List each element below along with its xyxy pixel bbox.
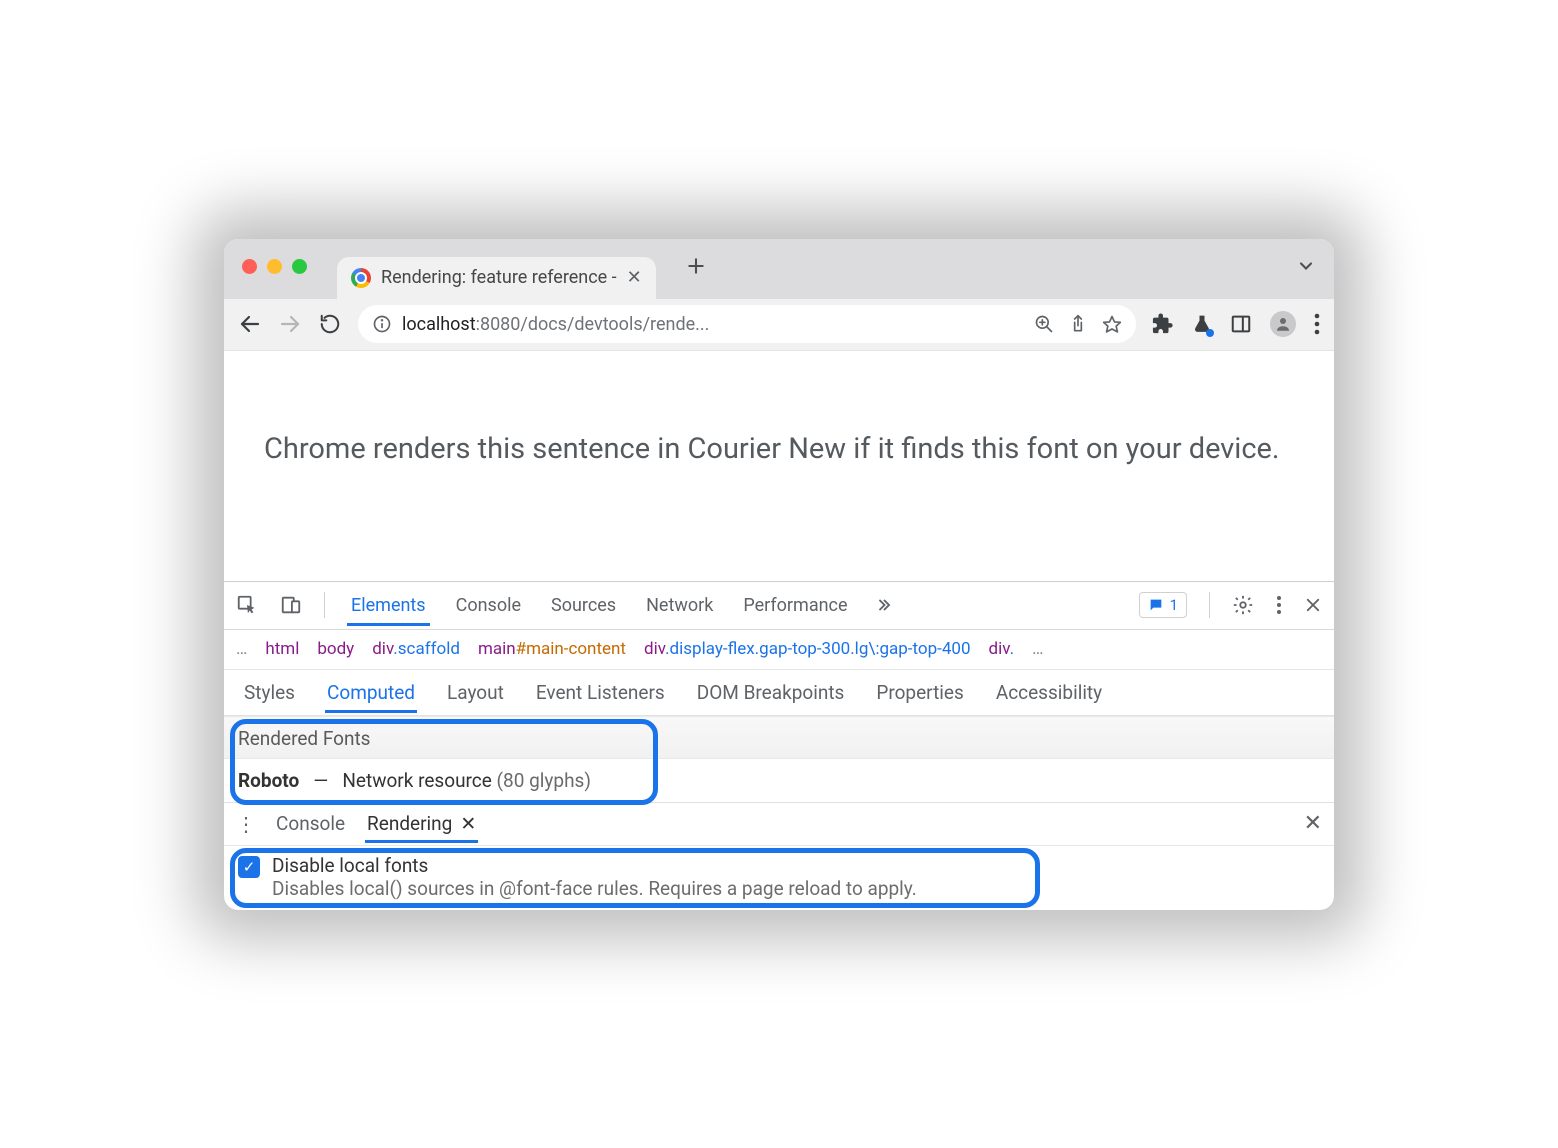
breadcrumb-item[interactable]: div.display-flex.gap-top-300.lg\:gap-top… bbox=[644, 639, 971, 659]
breadcrumb-item[interactable]: div.scaffold bbox=[372, 639, 460, 659]
breadcrumb-item[interactable]: main#main-content bbox=[478, 639, 626, 659]
tab-sources[interactable]: Sources bbox=[547, 585, 620, 626]
rendered-font-row: Roboto — Network resource (80 glyphs) bbox=[224, 759, 1334, 802]
font-glyphs: (80 glyphs) bbox=[497, 769, 591, 792]
subtab-layout[interactable]: Layout bbox=[445, 672, 506, 713]
disable-local-fonts-checkbox[interactable]: ✓ bbox=[238, 856, 260, 878]
traffic-lights bbox=[242, 259, 307, 274]
breadcrumb-item[interactable]: body bbox=[317, 639, 354, 659]
page-sentence: Chrome renders this sentence in Courier … bbox=[264, 421, 1294, 478]
option-title: Disable local fonts bbox=[272, 854, 1320, 877]
subtab-dom-breakpoints[interactable]: DOM Breakpoints bbox=[695, 672, 847, 713]
subtab-properties[interactable]: Properties bbox=[874, 672, 965, 713]
subtab-accessibility[interactable]: Accessibility bbox=[994, 672, 1104, 713]
drawer-tab-rendering[interactable]: Rendering ✕ bbox=[365, 804, 478, 843]
breadcrumb-item[interactable]: div. bbox=[989, 639, 1015, 659]
close-tab-icon[interactable]: ✕ bbox=[627, 267, 642, 288]
drawer-tab-rendering-label: Rendering bbox=[367, 812, 452, 835]
tab-network[interactable]: Network bbox=[642, 585, 717, 626]
close-devtools-icon[interactable] bbox=[1304, 596, 1322, 614]
tab-console[interactable]: Console bbox=[452, 585, 525, 626]
bookmark-star-icon[interactable] bbox=[1102, 314, 1122, 334]
minimize-window-button[interactable] bbox=[267, 259, 282, 274]
font-source: Network resource bbox=[342, 769, 491, 792]
breadcrumb-more-left-icon[interactable]: … bbox=[236, 639, 247, 659]
font-name: Roboto bbox=[238, 769, 299, 792]
subtab-computed[interactable]: Computed bbox=[325, 672, 417, 713]
devtools-menu-icon[interactable] bbox=[1276, 595, 1282, 615]
tab-performance[interactable]: Performance bbox=[739, 585, 851, 626]
issues-count: 1 bbox=[1170, 596, 1178, 614]
inspect-element-icon[interactable] bbox=[236, 594, 258, 616]
close-drawer-icon[interactable]: ✕ bbox=[1304, 811, 1322, 836]
forward-button[interactable] bbox=[278, 312, 302, 336]
reload-button[interactable] bbox=[318, 312, 342, 336]
profile-avatar-icon[interactable] bbox=[1270, 311, 1296, 337]
browser-window: Rendering: feature reference - ✕ localho… bbox=[224, 239, 1334, 910]
back-button[interactable] bbox=[238, 312, 262, 336]
maximize-window-button[interactable] bbox=[292, 259, 307, 274]
side-panel-icon[interactable] bbox=[1230, 313, 1252, 335]
breadcrumb-more-right-icon[interactable]: … bbox=[1032, 639, 1043, 659]
issues-badge[interactable]: 1 bbox=[1139, 592, 1187, 618]
subtab-event-listeners[interactable]: Event Listeners bbox=[534, 672, 667, 713]
share-icon[interactable] bbox=[1068, 314, 1088, 334]
toolbar: localhost:8080/docs/devtools/rende... bbox=[224, 299, 1334, 351]
drawer-menu-icon[interactable]: ⋮ bbox=[236, 812, 256, 836]
chrome-menu-icon[interactable] bbox=[1314, 313, 1320, 335]
breadcrumb-item[interactable]: html bbox=[265, 639, 299, 659]
url-text: localhost:8080/docs/devtools/rende... bbox=[402, 314, 709, 335]
font-dash: — bbox=[313, 769, 328, 792]
rendered-fonts-section: Rendered Fonts Roboto — Network resource… bbox=[224, 716, 1334, 802]
dom-breadcrumb[interactable]: … html body div.scaffold main#main-conte… bbox=[224, 630, 1334, 670]
close-drawer-tab-icon[interactable]: ✕ bbox=[460, 812, 476, 835]
device-toolbar-icon[interactable] bbox=[280, 594, 302, 616]
extensions-icon[interactable] bbox=[1152, 313, 1174, 335]
rendered-fonts-heading: Rendered Fonts bbox=[224, 716, 1334, 759]
zoom-icon[interactable] bbox=[1034, 314, 1054, 334]
page-content: Chrome renders this sentence in Courier … bbox=[224, 351, 1334, 581]
site-info-icon[interactable] bbox=[372, 314, 392, 334]
toolbar-right bbox=[1152, 311, 1320, 337]
address-bar[interactable]: localhost:8080/docs/devtools/rende... bbox=[358, 305, 1136, 343]
settings-gear-icon[interactable] bbox=[1232, 594, 1254, 616]
disable-local-fonts-option[interactable]: ✓ Disable local fonts Disables local() s… bbox=[224, 846, 1334, 910]
drawer-tabstrip: ⋮ Console Rendering ✕ ✕ bbox=[224, 802, 1334, 846]
titlebar: Rendering: feature reference - ✕ bbox=[224, 239, 1334, 299]
more-tabs-icon[interactable] bbox=[874, 596, 892, 614]
devtools-panel: Elements Console Sources Network Perform… bbox=[224, 581, 1334, 910]
tab-elements[interactable]: Elements bbox=[347, 585, 430, 626]
chrome-favicon-icon bbox=[351, 268, 371, 288]
elements-subtabs: Styles Computed Layout Event Listeners D… bbox=[224, 670, 1334, 716]
option-description: Disables local() sources in @font-face r… bbox=[272, 877, 1320, 900]
browser-tab[interactable]: Rendering: feature reference - ✕ bbox=[337, 257, 656, 299]
devtools-tabstrip: Elements Console Sources Network Perform… bbox=[224, 582, 1334, 630]
tab-list-dropdown-icon[interactable] bbox=[1296, 256, 1316, 276]
new-tab-button[interactable] bbox=[686, 256, 706, 276]
close-window-button[interactable] bbox=[242, 259, 257, 274]
drawer-tab-console[interactable]: Console bbox=[274, 804, 347, 843]
labs-icon[interactable] bbox=[1192, 313, 1212, 335]
tab-title: Rendering: feature reference - bbox=[381, 267, 617, 288]
subtab-styles[interactable]: Styles bbox=[242, 672, 297, 713]
